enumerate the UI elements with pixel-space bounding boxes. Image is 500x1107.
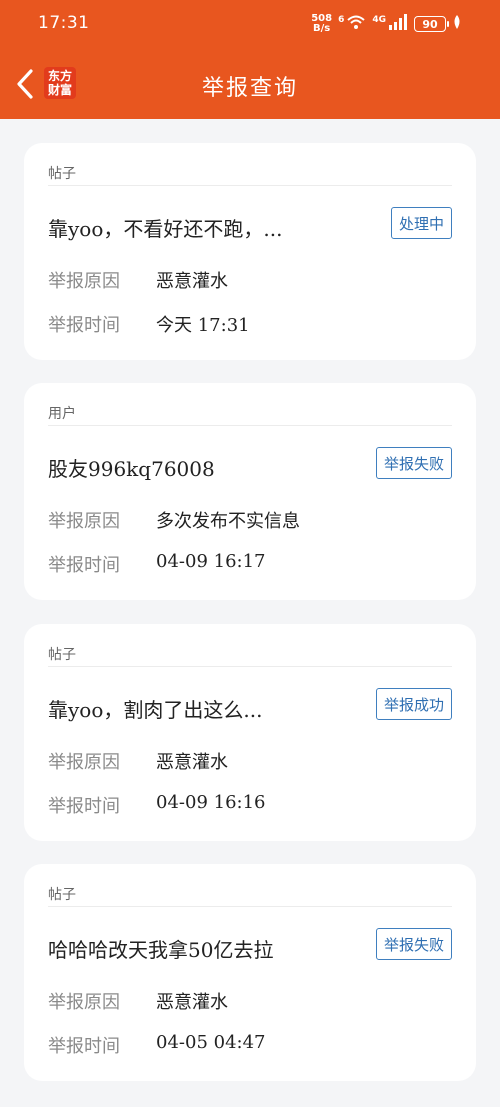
report-title: 股友996kq76008 bbox=[48, 457, 215, 481]
reason-row: 举报原因 多次发布不实信息 bbox=[48, 507, 300, 533]
divider bbox=[48, 425, 452, 426]
report-card[interactable]: 用户 股友996kq76008 举报失败 举报原因 多次发布不实信息 举报时间 … bbox=[24, 383, 476, 600]
status-time: 17:31 bbox=[38, 13, 90, 33]
status-bar: 17:31 508 B/s 6 4G 90 bbox=[0, 0, 500, 50]
time-value: 04-05 04:47 bbox=[156, 1032, 266, 1053]
reason-row: 举报原因 恶意灌水 bbox=[48, 988, 228, 1014]
time-label: 举报时间 bbox=[48, 555, 120, 576]
reason-label: 举报原因 bbox=[48, 511, 120, 532]
leaf-icon bbox=[452, 14, 462, 34]
status-badge: 举报失败 bbox=[375, 447, 452, 479]
status-badge: 举报失败 bbox=[375, 928, 452, 960]
time-row: 举报时间 今天 17:31 bbox=[48, 311, 250, 337]
reason-label: 举报原因 bbox=[48, 752, 120, 773]
net-speed: 508 B/s bbox=[311, 14, 332, 34]
time-label: 举报时间 bbox=[48, 315, 120, 336]
reason-label: 举报原因 bbox=[48, 992, 120, 1013]
divider bbox=[48, 666, 452, 667]
divider bbox=[48, 906, 452, 907]
divider bbox=[48, 185, 452, 186]
time-value: 04-09 16:16 bbox=[156, 792, 266, 813]
report-type: 帖子 bbox=[48, 647, 76, 663]
report-title: 靠yoo，割肉了出这么... bbox=[48, 698, 263, 722]
header: 17:31 508 B/s 6 4G 90 东方 财富 举报查询 bbox=[0, 0, 500, 119]
status-badge: 举报成功 bbox=[375, 688, 452, 720]
report-card[interactable]: 帖子 靠yoo，不看好还不跑，... 处理中 举报原因 恶意灌水 举报时间 今天… bbox=[24, 143, 476, 360]
nav-bar: 东方 财富 举报查询 bbox=[0, 50, 500, 119]
status-badge: 处理中 bbox=[390, 207, 452, 239]
cell-label: 4G bbox=[372, 15, 386, 25]
report-title: 哈哈哈改天我拿50亿去拉 bbox=[48, 938, 274, 962]
time-row: 举报时间 04-05 04:47 bbox=[48, 1032, 266, 1058]
report-type: 帖子 bbox=[48, 887, 76, 903]
reason-value: 恶意灌水 bbox=[156, 752, 228, 773]
time-value: 今天 17:31 bbox=[156, 315, 250, 336]
time-row: 举报时间 04-09 16:17 bbox=[48, 551, 266, 577]
report-type: 帖子 bbox=[48, 166, 76, 182]
reason-value: 恶意灌水 bbox=[156, 992, 228, 1013]
report-title: 靠yoo，不看好还不跑，... bbox=[48, 217, 283, 241]
reason-row: 举报原因 恶意灌水 bbox=[48, 267, 228, 293]
signal-icon bbox=[388, 14, 408, 34]
report-card[interactable]: 帖子 哈哈哈改天我拿50亿去拉 举报失败 举报原因 恶意灌水 举报时间 04-0… bbox=[24, 864, 476, 1081]
reason-value: 多次发布不实信息 bbox=[156, 511, 300, 532]
wifi-label: 6 bbox=[338, 15, 345, 25]
time-label: 举报时间 bbox=[48, 796, 120, 817]
report-type: 用户 bbox=[48, 406, 76, 422]
time-label: 举报时间 bbox=[48, 1036, 120, 1057]
time-value: 04-09 16:17 bbox=[156, 551, 266, 572]
reason-label: 举报原因 bbox=[48, 271, 120, 292]
time-row: 举报时间 04-09 16:16 bbox=[48, 792, 266, 818]
page-title: 举报查询 bbox=[201, 76, 298, 101]
report-card[interactable]: 帖子 靠yoo，割肉了出这么... 举报成功 举报原因 恶意灌水 举报时间 04… bbox=[24, 624, 476, 841]
reason-row: 举报原因 恶意灌水 bbox=[48, 748, 228, 774]
status-icons: 508 B/s 6 4G 90 bbox=[311, 12, 462, 36]
reason-value: 恶意灌水 bbox=[156, 271, 228, 292]
wifi-icon bbox=[346, 14, 366, 34]
battery-icon: 90 bbox=[414, 16, 449, 32]
net-speed-unit: B/s bbox=[313, 23, 331, 34]
